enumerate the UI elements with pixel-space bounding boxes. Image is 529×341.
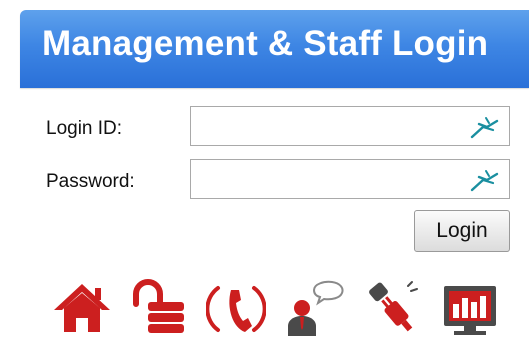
login-header: Management & Staff Login <box>20 10 529 88</box>
password-field-box <box>190 159 510 199</box>
quick-links-bar <box>0 278 529 338</box>
virtual-keyboard-icon[interactable] <box>469 168 501 192</box>
login-page: Management & Staff Login Login ID: Passw… <box>0 0 529 341</box>
password-label: Password: <box>46 171 135 192</box>
login-id-input[interactable] <box>197 111 457 141</box>
login-id-label: Login ID: <box>46 118 123 139</box>
login-id-field-box <box>190 106 510 146</box>
staff-chat-icon[interactable] <box>284 278 344 338</box>
plug-icon[interactable] <box>362 278 422 338</box>
virtual-keyboard-icon[interactable] <box>469 115 501 139</box>
page-title: Management & Staff Login <box>42 24 489 63</box>
presentation-icon[interactable] <box>440 278 500 338</box>
phone-icon[interactable] <box>206 278 266 338</box>
unlock-icon[interactable] <box>128 278 188 338</box>
password-input[interactable] <box>197 164 457 194</box>
home-icon[interactable] <box>52 278 112 338</box>
login-button[interactable]: Login <box>414 210 510 252</box>
